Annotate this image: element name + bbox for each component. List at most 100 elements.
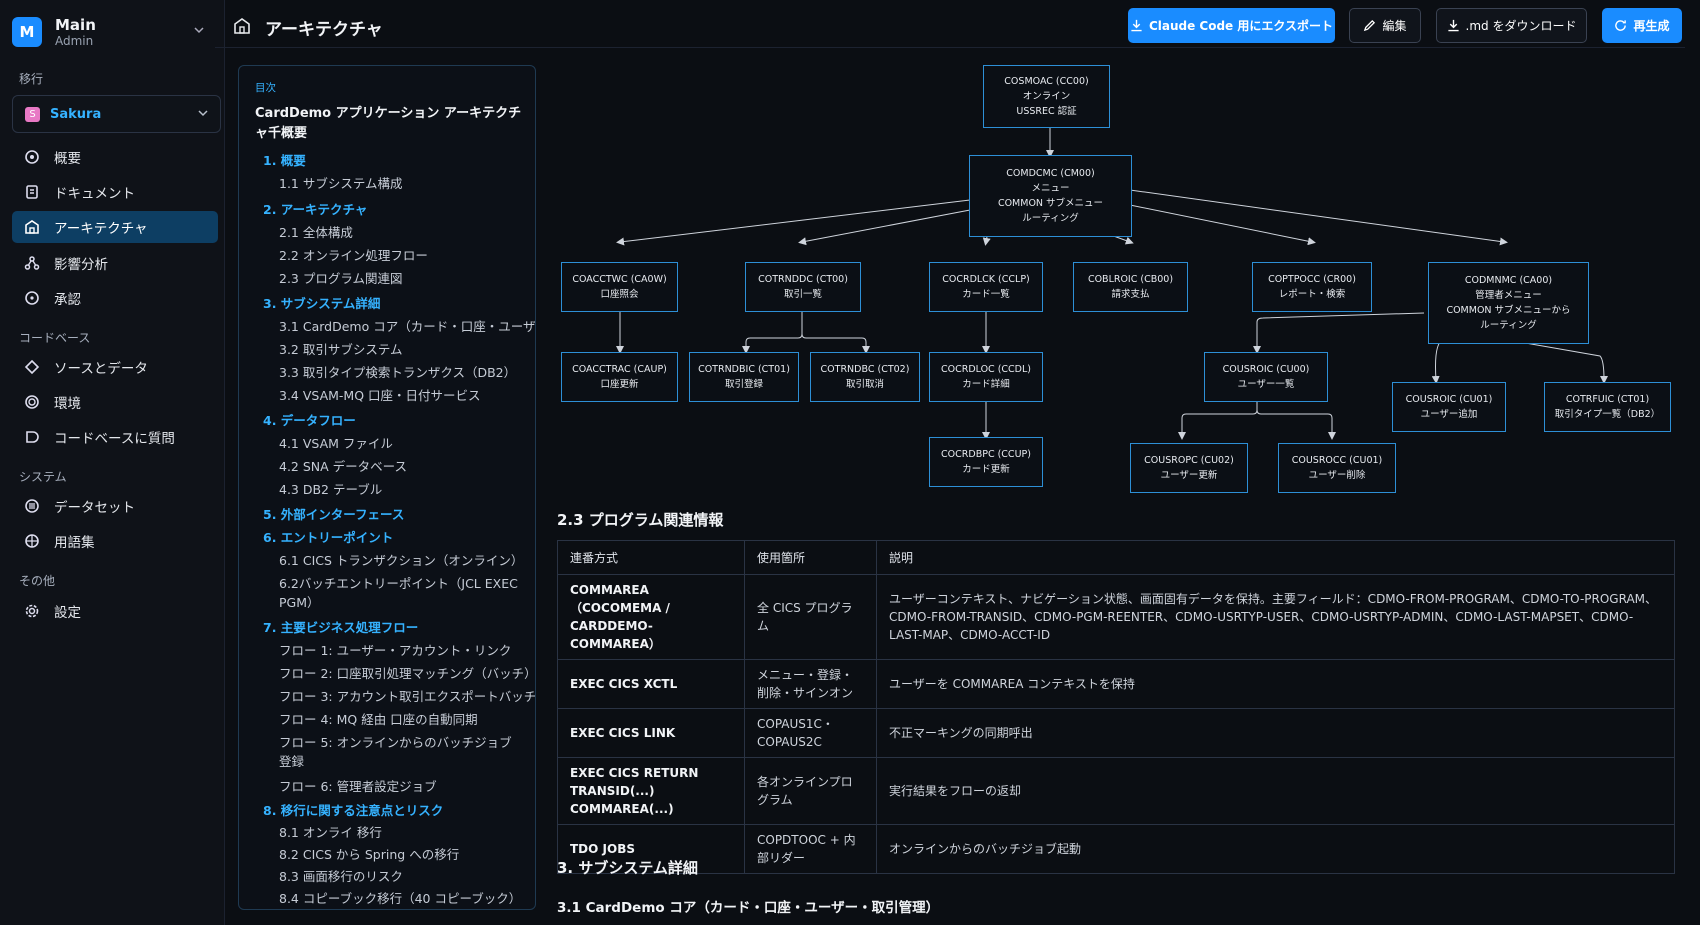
sidebar-item-source-data[interactable]: ソースとデータ bbox=[12, 351, 218, 383]
overview-icon bbox=[22, 147, 42, 167]
table-cell: 全 CICS プログラム bbox=[744, 574, 877, 660]
toc-link[interactable]: 6.2バッチエントリーポイント（JCL EXEC PGM） bbox=[279, 574, 519, 612]
node-coptpocc: COPTPOCC (CR00) レポート・検索 bbox=[1252, 262, 1372, 312]
toc-link[interactable]: 3.1 CardDemo コア（カード・口座・ユーザ･ bbox=[279, 317, 535, 336]
toc-link[interactable]: 8.3 画面移行のリスク bbox=[279, 867, 403, 886]
sidebar-item-label: 影響分析 bbox=[54, 257, 108, 273]
toc-link[interactable]: 4. データフロー bbox=[263, 411, 356, 430]
sidebar-item-label: 用語集 bbox=[54, 535, 95, 551]
toc-link[interactable]: 2.2 オンライン処理フロー bbox=[279, 246, 428, 265]
toc-link[interactable]: 8.4 コピーブック移行（40 コピーブック） bbox=[279, 889, 521, 908]
toc-link[interactable]: 1.1 サブシステム構成 bbox=[279, 174, 402, 193]
toc-link[interactable]: 8.2 CICS から Spring への移行 bbox=[279, 845, 459, 864]
table-cell: COPDTOOC + 内部リダー bbox=[744, 824, 877, 874]
section-heading: 2.3 プログラム関連情報 bbox=[557, 511, 724, 529]
toc-link[interactable]: フロー 3: アカウント取引エクスポートバッチ bbox=[279, 687, 535, 706]
sidebar-item-dataset[interactable]: データセット bbox=[12, 490, 218, 522]
sidebar-item-label: ドキュメント bbox=[54, 186, 135, 202]
page-title: アーキテクチャ bbox=[265, 20, 383, 40]
table-cell: EXEC CICS XCTL bbox=[557, 659, 745, 709]
node-codmnmc: CODMNMC (CA00) 管理者メニュー COMMON サブメニューから ルーティ… bbox=[1428, 262, 1589, 344]
toc-link[interactable]: 4.2 SNA データベース bbox=[279, 457, 407, 476]
toc-link[interactable]: フロー 6: 管理者設定ジョブ bbox=[279, 777, 437, 796]
chat-icon bbox=[22, 427, 42, 447]
workspace-avatar: M bbox=[12, 17, 42, 47]
table-cell: ユーザーを COMMAREA コンテキストを保持 bbox=[876, 659, 1675, 709]
sidebar-item-label: ソースとデータ bbox=[54, 361, 148, 377]
table-cell: 不正マーキングの同期呼出 bbox=[876, 708, 1675, 758]
toc-link[interactable]: 2.3 プログラム関連図 bbox=[279, 269, 402, 288]
regenerate-button[interactable]: 再生成 bbox=[1602, 8, 1682, 43]
workspace-role: Admin bbox=[55, 33, 94, 48]
table-cell: 各オンラインプログラム bbox=[744, 757, 877, 825]
source-icon bbox=[22, 357, 42, 377]
toc-link[interactable]: フロー 1: ユーザー・アカウント・リンク bbox=[279, 641, 511, 660]
node-cosmoac: COSMOAC (CC00) オンライン USSREC 認証 bbox=[983, 65, 1110, 128]
toc-link[interactable]: 6. エントリーポイント bbox=[263, 528, 393, 547]
workspace-switcher[interactable]: M Main Admin bbox=[12, 12, 204, 52]
edge bbox=[1431, 341, 1441, 384]
table-cell: ユーザーコンテキスト、ナビゲーション状態、画面固有データを保持。主要フィールド：… bbox=[876, 574, 1675, 660]
table-row: TDO JOBS COPDTOOC + 内部リダー オンラインからのバッチジョブ… bbox=[557, 824, 1675, 874]
project-select[interactable]: S Sakura bbox=[12, 95, 221, 133]
download-icon bbox=[1131, 19, 1142, 32]
section-label-other: その他 bbox=[19, 574, 56, 588]
toc-link[interactable]: 2.1 全体構成 bbox=[279, 223, 353, 242]
app-root: M Main Admin 移行 S Sakura 概要 ドキュメント アーキテク… bbox=[0, 0, 1700, 925]
node-cocrdloc: COCRDLOC (CCDL) カード詳細 bbox=[929, 352, 1043, 402]
node-cocrdlck: COCRDLCK (CCLP) カード一覧 bbox=[929, 262, 1043, 312]
toc-link[interactable]: 7. 主要ビジネス処理フロー bbox=[263, 618, 418, 637]
sidebar-item-label: 設定 bbox=[54, 605, 81, 621]
toc-link[interactable]: 5. 外部インターフェース bbox=[263, 505, 404, 524]
toc-title: CardDemo アプリケーション アーキテクチャ千概要 bbox=[255, 106, 522, 141]
sidebar-item-impact[interactable]: 影響分析 bbox=[12, 247, 218, 279]
toc-link[interactable]: フロー 4: MQ 経由 口座の自動同期 bbox=[279, 710, 478, 729]
download-md-button[interactable]: .md をダウンロード bbox=[1436, 8, 1587, 43]
architecture-icon bbox=[234, 18, 250, 34]
node-cotrndbc: COTRNDBC (CT02) 取引取消 bbox=[810, 352, 920, 402]
sidebar-item-architecture[interactable]: アーキテクチャ bbox=[12, 211, 218, 243]
toc-link[interactable]: 4.1 VSAM ファイル bbox=[279, 434, 393, 453]
toc-link[interactable]: 3.4 VSAM-MQ 口座・日付サービス bbox=[279, 386, 481, 405]
toc-link[interactable]: フロー 5: オンラインからのバッチジョブ登録 bbox=[279, 733, 519, 771]
table-row: EXEC CICS RETURN TRANSID(...) COMMAREA(.… bbox=[557, 757, 1675, 825]
edit-button[interactable]: 編集 bbox=[1349, 8, 1421, 43]
sidebar-item-label: 承認 bbox=[54, 292, 81, 308]
sidebar-item-overview[interactable]: 概要 bbox=[12, 141, 218, 173]
section-label-migration: 移行 bbox=[19, 72, 44, 86]
project-name: Sakura bbox=[50, 106, 102, 122]
edge bbox=[1178, 402, 1258, 440]
toc-link[interactable]: 3.2 取引サブシステム bbox=[279, 340, 402, 359]
toc-link[interactable]: 4.3 DB2 テーブル bbox=[279, 480, 382, 499]
table-header: 連番方式 bbox=[557, 540, 745, 575]
edge bbox=[742, 312, 803, 354]
environment-icon bbox=[22, 392, 42, 412]
section-heading-3-1: 3.1 CardDemo コア（カード・口座・ユーザー・取引管理） bbox=[557, 900, 940, 916]
table-of-contents: 目次 CardDemo アプリケーション アーキテクチャ千概要 1. 概要 1.… bbox=[238, 65, 536, 910]
toc-link[interactable]: 2. アーキテクチャ bbox=[263, 200, 367, 219]
section-heading-3: 3. サブシステム詳細 bbox=[557, 859, 698, 877]
toc-link[interactable]: フロー 2: 口座取引処理マッチング（バッチ） bbox=[279, 664, 535, 683]
sidebar-item-environment[interactable]: 環境 bbox=[12, 386, 218, 418]
chevron-down-icon bbox=[198, 108, 208, 121]
sidebar-item-settings[interactable]: 設定 bbox=[12, 595, 218, 627]
toc-link[interactable]: 3.3 取引タイプ検索トランザクス（DB2） bbox=[279, 363, 516, 382]
sidebar-item-ask-codebase[interactable]: コードベースに質問 bbox=[12, 421, 218, 453]
program-relationship-diagram: COSMOAC (CC00) オンライン USSREC 認証 COMDCMC (CM… bbox=[560, 60, 1690, 500]
table-cell: 実行結果をフローの返却 bbox=[876, 757, 1675, 825]
sidebar-item-label: コードベースに質問 bbox=[54, 431, 175, 447]
sidebar-item-documents[interactable]: ドキュメント bbox=[12, 176, 218, 208]
glossary-icon bbox=[22, 531, 42, 551]
toc-link[interactable]: 8.1 オンライ 移行 bbox=[279, 823, 382, 842]
node-cocrdbpc: COCRDBPC (CCUP) カード更新 bbox=[929, 437, 1043, 487]
toc-link[interactable]: 6.1 CICS トランザクション（オンライン） bbox=[279, 551, 523, 570]
toc-link[interactable]: 3. サブシステム詳細 bbox=[263, 294, 380, 313]
sidebar-item-glossary[interactable]: 用語集 bbox=[12, 525, 218, 557]
edge bbox=[1253, 312, 1425, 354]
toc-link[interactable]: 8. 移行に関する注意点とリスク bbox=[263, 801, 443, 820]
toc-link[interactable]: 1. 概要 bbox=[263, 151, 306, 170]
export-claude-code-button[interactable]: Claude Code 用にエクスポート bbox=[1128, 8, 1335, 43]
sidebar-item-approval[interactable]: 承認 bbox=[12, 282, 218, 314]
sidebar-item-label: アーキテクチャ bbox=[54, 221, 148, 237]
table-cell: COMMAREA（COCOMEMA / CARDDEMO-COMMAREA） bbox=[557, 574, 745, 660]
